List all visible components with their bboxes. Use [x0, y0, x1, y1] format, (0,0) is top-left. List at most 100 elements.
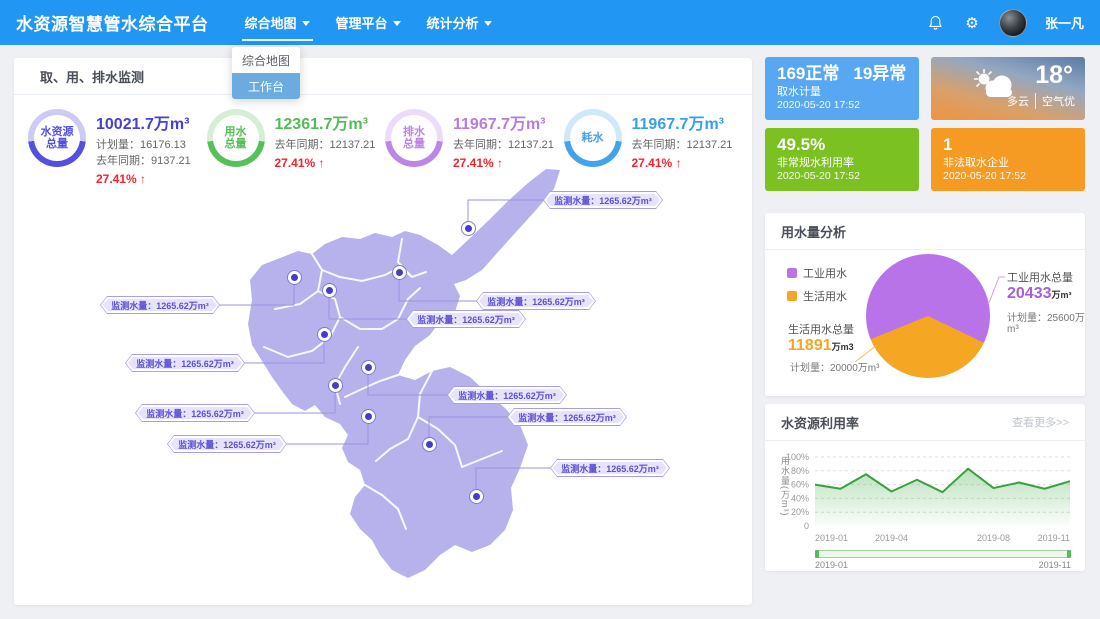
monitor-label: 监测水量：1265.62万m³: [125, 354, 245, 372]
monitor-label-text: 监测水量：1265.62万m³: [553, 462, 667, 474]
unconventional-label: 非常规水利用率: [777, 157, 907, 170]
legend-item-industrial[interactable]: 工业用水: [787, 265, 847, 281]
unconventional-time: 2020-05-20 17:52: [777, 170, 907, 183]
svg-text:2019-04: 2019-04: [875, 533, 908, 543]
intake-card-time: 2020-05-20 17:52: [777, 99, 907, 112]
map-marker[interactable]: [317, 327, 332, 342]
menu-item-label: 管理平台: [336, 13, 388, 32]
menu-item-map[interactable]: 综合地图: [245, 0, 310, 45]
slider-start-label: 2019-01: [815, 560, 848, 570]
main-menu: 综合地图 管理平台 统计分析: [245, 0, 492, 45]
svg-text:80%: 80%: [791, 466, 809, 476]
monitor-panel: 取、用、排水监测 水资源总量 10021.7万m³ 计划量：16176.13 去…: [14, 58, 752, 605]
monitor-label-text: 监测水量：1265.62万m³: [409, 313, 523, 325]
monitor-label-text: 监测水量：1265.62万m³: [546, 194, 660, 206]
menu-item-stats[interactable]: 统计分析: [427, 0, 492, 45]
stat-change: 27.41% ↑: [632, 156, 733, 170]
stat-item: 用水总量 12361.7万m³ 去年同期：12137.21 27.41% ↑: [207, 109, 386, 186]
monitor-label-text: 监测水量：1265.62万m³: [479, 295, 593, 307]
pie-chart: [866, 254, 990, 378]
svg-text:20%: 20%: [791, 507, 809, 517]
intake-metering-card: 169正常 19异常 取水计量 2020-05-20 17:52: [765, 57, 919, 120]
monitor-label: 监测水量：1265.62万m³: [167, 435, 287, 453]
stat-change: 27.41% ↑: [275, 156, 376, 170]
monitor-label: 监测水量：1265.62万m³: [507, 408, 627, 426]
stat-plan: 计划量：16176.13: [96, 137, 191, 153]
bell-icon[interactable]: [927, 14, 945, 32]
utilization-panel: 水资源利用率 查看更多>> 用水量(万m³) 020%40%60%80%100%…: [765, 404, 1085, 571]
utilization-panel-title: 水资源利用率: [781, 413, 859, 432]
menu-item-label: 统计分析: [427, 13, 479, 32]
svg-text:2019-11: 2019-11: [1038, 533, 1070, 543]
stat-last-year: 去年同期：12137.21: [453, 137, 554, 153]
intake-abnormal-count: 19异常: [853, 64, 906, 84]
monitor-label: 监测水量：1265.62万m³: [447, 386, 567, 404]
legend-swatch: [787, 268, 797, 278]
monitor-label-text: 监测水量：1265.62万m³: [510, 411, 624, 423]
user-name[interactable]: 张一凡: [1045, 13, 1084, 32]
unconventional-value: 49.5%: [777, 135, 825, 155]
dropdown-item-map[interactable]: 综合地图: [232, 47, 300, 73]
stat-ring: 水资源总量: [28, 109, 86, 167]
map-marker[interactable]: [328, 378, 343, 393]
stat-ring-label: 水资源总量: [34, 115, 80, 161]
stat-last-year: 去年同期：12137.21: [632, 137, 733, 153]
map-marker[interactable]: [422, 437, 437, 452]
stats-row: 水资源总量 10021.7万m³ 计划量：16176.13 去年同期：9137.…: [14, 95, 752, 186]
monitor-label-text: 监测水量：1265.62万m³: [103, 299, 217, 311]
menu-item-label: 综合地图: [245, 13, 297, 32]
right-column: 169正常 19异常 取水计量 2020-05-20 17:52 18°: [765, 57, 1085, 571]
chevron-down-icon: [302, 21, 310, 26]
weather-condition: 多云: [1007, 93, 1029, 109]
monitor-label: 监测水量：1265.62万m³: [550, 459, 670, 477]
stat-change: 27.41% ↑: [96, 172, 191, 186]
legend-label: 工业用水: [803, 265, 847, 281]
stat-ring-label: 耗水: [570, 115, 616, 161]
view-more-link[interactable]: 查看更多>>: [1012, 414, 1069, 430]
stat-ring: 用水总量: [207, 109, 265, 167]
domestic-total-value: 11891万m3: [788, 337, 854, 355]
gear-icon[interactable]: ⚙: [963, 14, 981, 32]
weather-card: 18° 多云 空气优: [931, 57, 1085, 120]
utilization-line-chart: 020%40%60%80%100%2019-012019-042019-0820…: [765, 442, 1085, 550]
menu-item-manage[interactable]: 管理平台: [336, 0, 401, 45]
stat-ring: 排水总量: [385, 109, 443, 167]
chevron-down-icon: [393, 21, 401, 26]
map-marker[interactable]: [287, 270, 302, 285]
map-marker[interactable]: [361, 409, 376, 424]
map-marker[interactable]: [322, 283, 337, 298]
illegal-intake-card: 1 非法取水企业 2020-05-20 17:52: [931, 128, 1085, 191]
weather-temp: 18°: [1035, 61, 1073, 90]
industrial-total-value: 20433万m³: [1007, 285, 1072, 303]
legend-item-domestic[interactable]: 生活用水: [787, 288, 847, 304]
monitor-label: 监测水量：1265.62万m³: [476, 292, 596, 310]
top-navbar: 水资源智慧管水综合平台 综合地图 管理平台 统计分析 ⚙ 张一凡: [0, 0, 1100, 45]
stat-value: 12361.7万m³: [275, 110, 376, 134]
domestic-total-label: 生活用水总量: [788, 321, 854, 337]
map-marker[interactable]: [392, 265, 407, 280]
stat-ring-label: 排水总量: [391, 115, 437, 161]
pie-legend: 工业用水 生活用水: [787, 265, 847, 304]
water-usage-panel: 用水量分析 工业用水 生活用水 工业用水总量 20433万m³ 计划量：2560…: [765, 213, 1085, 396]
date-range-slider[interactable]: [815, 550, 1071, 558]
stat-item: 耗水 11967.7万m³ 去年同期：12137.21 27.41% ↑: [564, 109, 743, 186]
svg-text:0: 0: [804, 521, 809, 531]
stat-item: 排水总量 11967.7万m³ 去年同期：12137.21 27.41% ↑: [385, 109, 564, 186]
industrial-plan: 计划量：25600万m³: [1007, 309, 1085, 335]
chevron-down-icon: [484, 21, 492, 26]
intake-card-label: 取水计量: [777, 86, 907, 99]
slider-end-label: 2019-11: [1039, 560, 1071, 570]
map-marker[interactable]: [469, 489, 484, 504]
map-marker[interactable]: [461, 221, 476, 236]
illegal-label: 非法取水企业: [943, 157, 1073, 170]
domestic-plan: 计划量：20000万m³: [790, 359, 879, 374]
illegal-time: 2020-05-20 17:52: [943, 170, 1073, 183]
svg-text:60%: 60%: [791, 480, 809, 490]
map-marker[interactable]: [361, 360, 376, 375]
monitor-label-text: 监测水量：1265.62万m³: [138, 407, 252, 419]
svg-text:2019-08: 2019-08: [977, 533, 1010, 543]
unconventional-water-card: 49.5% 非常规水利用率 2020-05-20 17:52: [765, 128, 919, 191]
avatar[interactable]: [999, 9, 1027, 37]
dropdown-item-workbench[interactable]: 工作台: [232, 73, 300, 99]
stat-last-year: 去年同期：12137.21: [275, 137, 376, 153]
